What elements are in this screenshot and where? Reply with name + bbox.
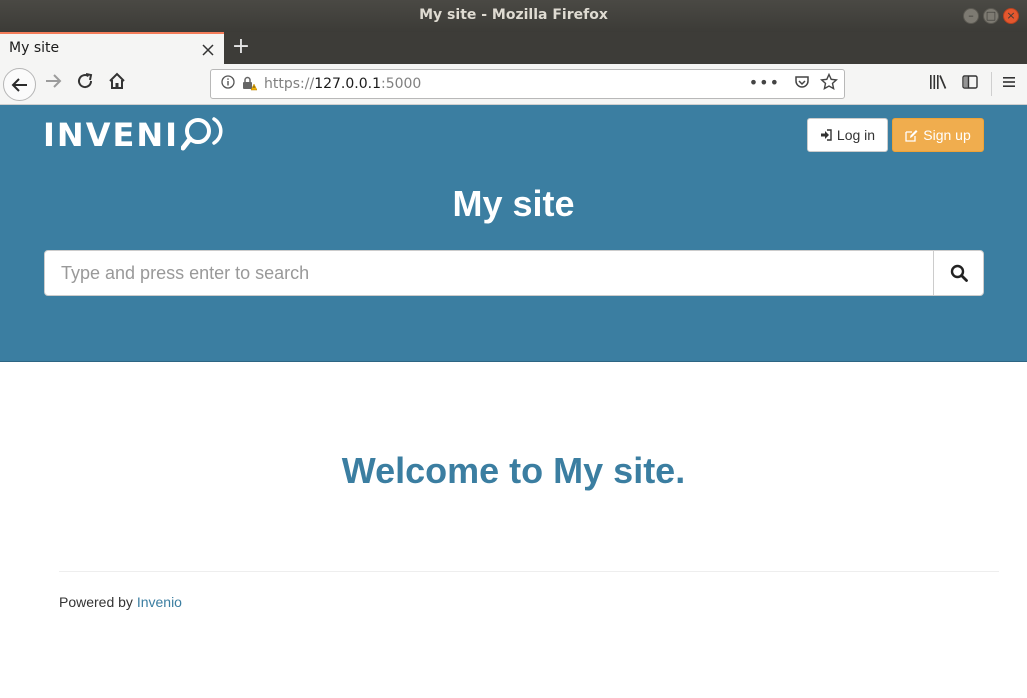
signup-button[interactable]: Sign up [892, 118, 984, 152]
forward-arrow-icon [46, 74, 62, 88]
tab-label: My site [9, 40, 60, 56]
url-host: 127.0.0.1 [314, 76, 381, 92]
navigation-toolbar: https://127.0.0.1:5000 ••• [0, 64, 1027, 105]
tab-strip: My site + [0, 32, 1027, 64]
library-icon[interactable] [929, 74, 947, 94]
login-label: Log in [836, 127, 876, 143]
minimize-icon: – [968, 9, 974, 22]
address-bar[interactable]: https://127.0.0.1:5000 ••• [210, 69, 845, 99]
tab-my-site[interactable]: My site [0, 32, 224, 64]
page-actions-icon[interactable]: ••• [749, 73, 780, 92]
search-group [44, 250, 984, 296]
window-title: My site - Mozilla Firefox [419, 7, 608, 23]
reload-icon [78, 73, 93, 89]
footer-divider [59, 571, 999, 572]
url-text[interactable]: https://127.0.0.1:5000 [264, 76, 421, 92]
url-port: :5000 [380, 76, 422, 92]
search-input[interactable] [45, 251, 934, 295]
tab-close-icon[interactable] [202, 38, 214, 60]
bookmark-star-icon[interactable] [819, 72, 839, 96]
window-controls: – □ × [963, 8, 1019, 24]
maximize-icon: □ [985, 9, 997, 22]
welcome-heading: Welcome to My site. [341, 450, 686, 491]
maximize-button[interactable]: □ [983, 8, 999, 24]
url-scheme: https:// [264, 76, 315, 92]
search-button[interactable] [933, 251, 983, 295]
invenio-logo[interactable]: INVENI [43, 115, 229, 155]
home-icon [109, 72, 125, 89]
magnifier-logo-icon [181, 117, 223, 151]
insecure-lock-icon[interactable] [241, 75, 258, 95]
back-button[interactable] [3, 68, 36, 101]
hamburger-menu-icon[interactable] [1001, 74, 1017, 94]
login-button[interactable]: Log in [807, 118, 888, 152]
sidebar-icon[interactable] [962, 74, 978, 94]
sign-in-icon [820, 129, 832, 141]
logo-text: INVENI [43, 116, 179, 154]
edit-icon [905, 129, 918, 142]
info-icon[interactable] [221, 75, 235, 93]
pocket-icon[interactable] [794, 74, 810, 94]
close-window-button[interactable]: × [1003, 8, 1019, 24]
forward-button[interactable] [42, 72, 64, 97]
window-titlebar: My site - Mozilla Firefox – □ × [0, 0, 1027, 32]
footer-prefix: Powered by [59, 594, 133, 610]
reload-button[interactable] [74, 72, 96, 97]
footer: Powered by Invenio [59, 594, 182, 610]
back-arrow-icon [11, 78, 27, 92]
minimize-button[interactable]: – [963, 8, 979, 24]
new-tab-button[interactable]: + [231, 34, 251, 59]
home-button[interactable] [106, 72, 128, 97]
close-icon: × [1006, 9, 1016, 22]
toolbar-divider [991, 72, 992, 96]
site-title: My site [452, 183, 575, 224]
site-header: INVENI Log in Sign up My site [0, 105, 1027, 362]
search-icon [950, 264, 968, 282]
signup-label: Sign up [923, 127, 971, 143]
invenio-link[interactable]: Invenio [137, 594, 182, 610]
